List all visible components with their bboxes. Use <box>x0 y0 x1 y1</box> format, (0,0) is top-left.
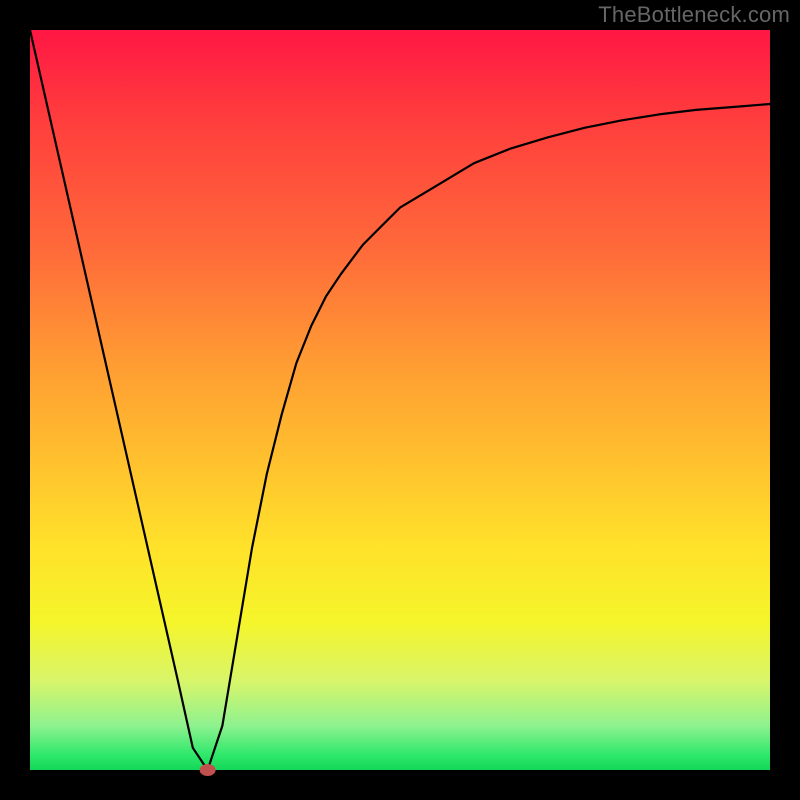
plot-area <box>30 30 770 770</box>
marker-dot <box>200 764 216 776</box>
chart-stage: TheBottleneck.com <box>0 0 800 800</box>
curve-path <box>30 30 770 770</box>
watermark-label: TheBottleneck.com <box>598 2 790 28</box>
chart-svg <box>30 30 770 770</box>
